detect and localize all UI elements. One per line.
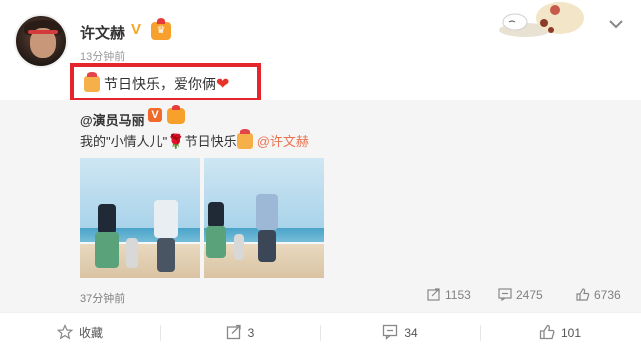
figure-man [256,194,278,230]
post-timestamp[interactable]: 13分钟前 [80,48,125,64]
like-count-value: 6736 [594,288,621,302]
beach-photo-1[interactable] [80,158,200,278]
mention-link[interactable]: @许文赫 [257,134,309,149]
repost-button[interactable]: 3 [160,313,320,352]
share-icon [226,324,241,340]
repost-time[interactable]: 37分钟前 [80,290,125,306]
figure-man-legs [157,238,175,272]
repost-text: 我的"小情人儿"🌹节日快乐 @许文赫 [80,129,309,151]
avatar-headband [28,30,58,34]
favorite-label: 收藏 [78,326,103,340]
repost-text-middle: 节日快乐 [184,134,237,149]
comment-action-count: 34 [404,326,418,340]
figure-woman-skirt [95,232,119,268]
rose-icon: 🌹 [167,133,185,149]
figure-woman [98,204,116,234]
figure-woman-skirt [206,226,226,258]
favorite-button[interactable]: 收藏 [0,313,160,352]
comment-icon [383,324,398,340]
comment-count-value: 2475 [516,288,543,302]
star-icon [56,324,73,340]
verified-v-icon[interactable]: V [131,22,147,38]
repost-action-count: 3 [247,326,255,340]
figure-man [154,200,178,238]
comment-count[interactable]: 2475 [498,288,543,302]
member-crown-icon[interactable] [167,105,185,124]
post-text-content: 节日快乐，爱你俩 [104,76,216,92]
gift-icon [236,129,253,149]
figure-woman [208,202,224,228]
gift-icon [84,72,100,92]
verified-v-icon[interactable]: V [148,108,162,122]
heart-icon: ❤ [216,76,230,93]
reposted-content[interactable]: @演员马丽 V 我的"小情人儿"🌹节日快乐 @许文赫 37分钟前 1153 24… [0,100,641,312]
repost-count-value: 1153 [445,288,471,302]
beach-photo-2[interactable] [204,158,324,278]
avatar[interactable] [14,14,68,68]
share-icon [427,288,440,301]
like-count[interactable]: 6736 [576,288,621,302]
comment-icon [498,288,512,301]
thumbs-up-icon [576,288,590,301]
sleeping-dog-decoration-icon [499,2,584,37]
member-crown-icon[interactable]: ♛ [151,18,171,40]
figure-man-legs [258,230,276,262]
weibo-post: 许文赫 V ♛ 13分钟前 节日快乐，爱你俩❤ @演员马丽 V 我的"小情人儿"… [0,0,641,352]
repost-text-prefix: 我的"小情人儿" [80,134,168,149]
thumbs-up-icon [539,324,555,340]
figure-child [126,238,138,268]
like-action-count: 101 [560,326,582,340]
repost-count[interactable]: 1153 [427,288,471,302]
comment-button[interactable]: 34 [320,313,480,352]
username[interactable]: 许文赫 [80,22,125,43]
highlighted-post-text-box: 节日快乐，爱你俩❤ [70,63,261,102]
figure-child [234,234,244,260]
repost-username[interactable]: @演员马丽 [80,110,145,129]
post-text: 节日快乐，爱你俩❤ [84,72,230,95]
action-bar: 收藏 3 34 101 [0,312,641,352]
chevron-down-icon[interactable] [606,14,626,34]
like-button[interactable]: 101 [480,313,640,352]
